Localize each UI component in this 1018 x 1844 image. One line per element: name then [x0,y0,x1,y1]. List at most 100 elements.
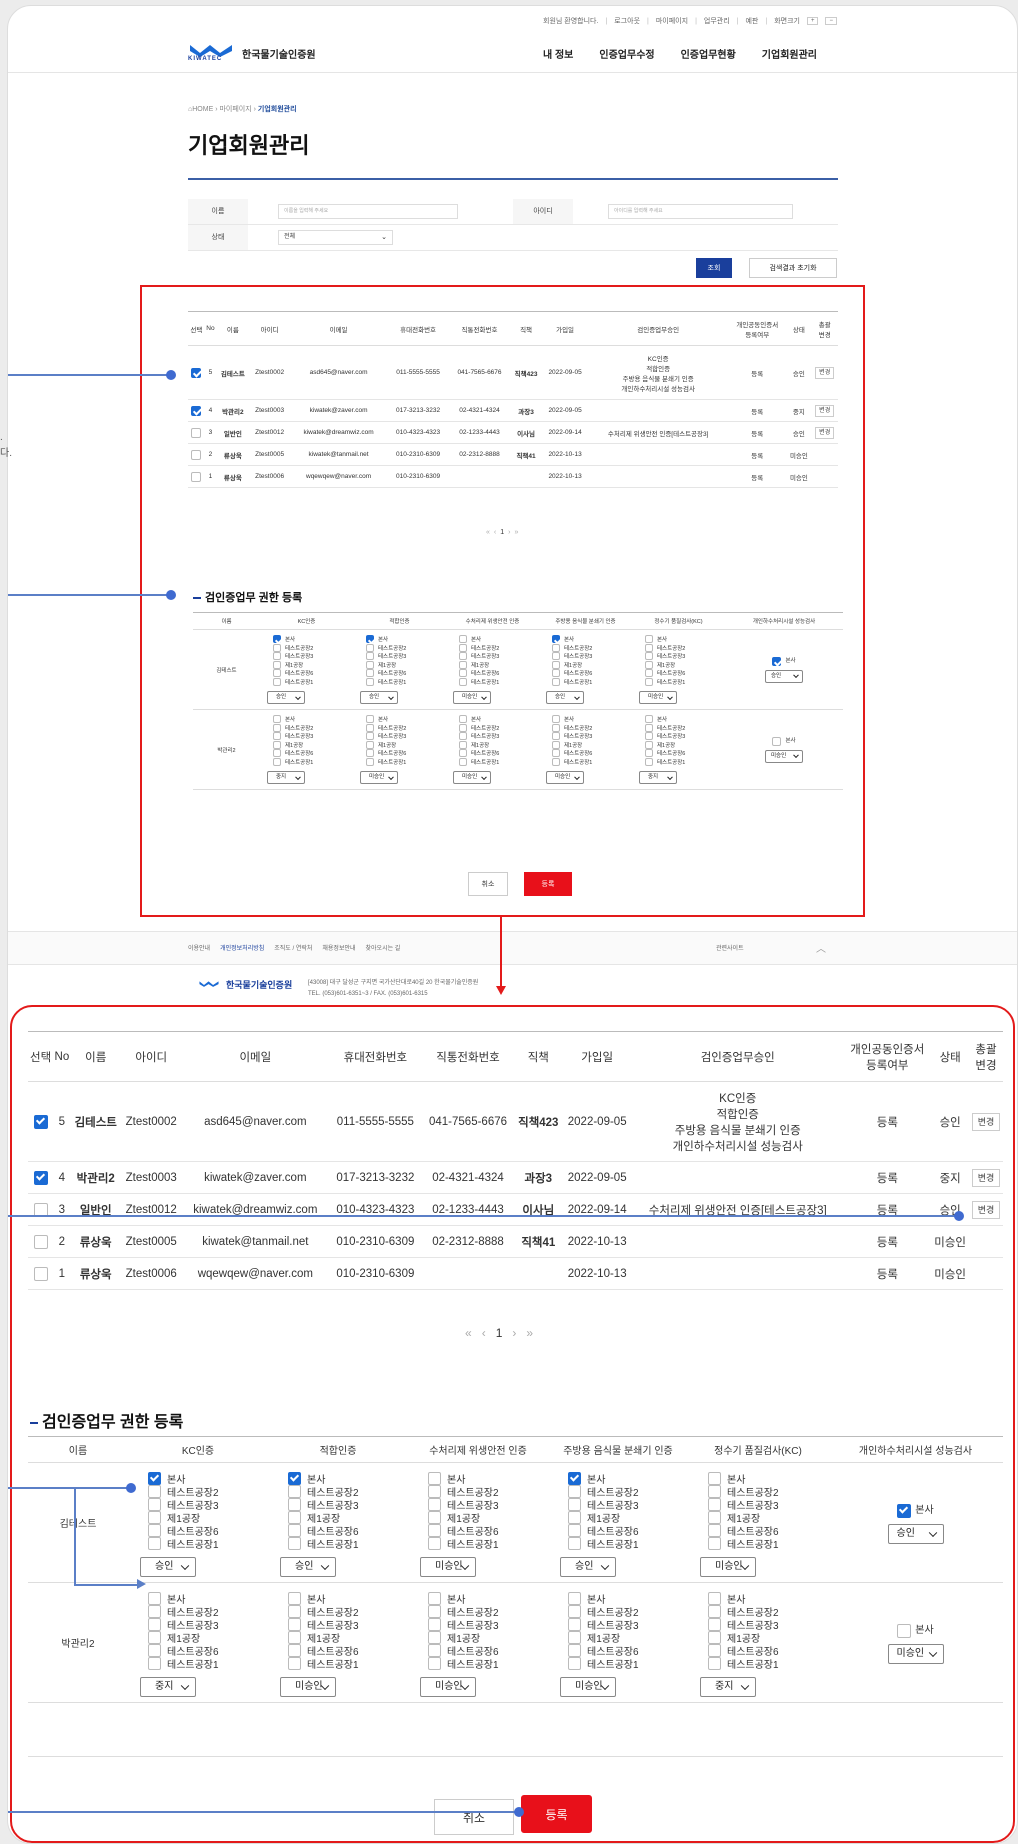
approval-select[interactable]: 승인 [360,691,398,704]
factory-option[interactable]: 테스트공장1 [708,1656,828,1671]
factory-option[interactable]: 테스트공장2 [552,723,632,733]
last-page-icon-lg[interactable]: » [526,1326,543,1340]
factory-checkbox[interactable] [459,652,467,660]
member-row[interactable]: 1 류상욱 Ztest0006 wqewqew@naver.com 010-2310-6… [188,465,838,488]
factory-option[interactable]: 테스트공장1 [459,677,539,687]
factory-checkbox[interactable] [708,1605,721,1618]
factory-checkbox[interactable] [273,757,281,766]
factory-checkbox[interactable] [552,660,560,669]
factory-option[interactable]: 본사 [428,1591,548,1606]
factory-checkbox[interactable] [568,1537,581,1550]
factory-option[interactable]: 본사 [148,1471,268,1486]
factory-option[interactable]: 본사 [645,635,725,644]
factory-checkbox[interactable] [459,749,467,757]
factory-checkbox[interactable] [708,1618,721,1631]
factory-checkbox[interactable] [552,723,560,732]
factory-checkbox[interactable] [148,1644,161,1657]
factory-option[interactable]: 테스트공장3 [366,652,446,661]
factory-checkbox[interactable] [288,1605,301,1618]
factory-option[interactable]: 테스트공장2 [148,1484,268,1499]
sewage-checkbox[interactable] [772,736,782,746]
factory-checkbox[interactable] [645,732,653,740]
breadcrumb-home[interactable]: HOME [192,106,213,113]
factory-checkbox[interactable] [273,723,281,732]
row-checkbox[interactable] [33,1114,48,1129]
factory-option[interactable]: 테스트공장2 [428,1484,548,1499]
factory-checkbox[interactable] [366,643,374,652]
factory-option[interactable]: 테스트공장3 [645,652,725,661]
factory-option[interactable]: 테스트공장6 [459,669,539,678]
factory-option[interactable]: 테스트공장6 [708,1643,828,1658]
factory-option[interactable]: 테스트공장3 [273,652,353,661]
factory-option[interactable]: 제1공장 [552,660,632,670]
factory-option[interactable]: 테스트공장1 [568,1536,688,1551]
scroll-top-icon[interactable]: ︿ [816,940,826,955]
factory-option[interactable]: 본사 [645,715,725,724]
page-number[interactable]: 1 [500,529,508,536]
sewage-select[interactable]: 미승인 [887,1643,944,1664]
factory-checkbox[interactable] [645,669,653,677]
change-button[interactable]: 변경 [971,1200,1001,1219]
mypage-link[interactable]: 마이페이지 [656,16,688,26]
factory-option[interactable]: 본사 [459,635,539,644]
approval-select[interactable]: 미승인 [420,1677,476,1697]
factory-option[interactable]: 본사 [428,1471,548,1486]
factory-option[interactable]: 본사 [552,715,632,724]
factory-checkbox[interactable] [428,1631,441,1644]
factory-checkbox[interactable] [568,1592,581,1605]
factory-option[interactable]: 테스트공장6 [148,1523,268,1538]
factory-checkbox[interactable] [273,669,281,677]
sewage-select[interactable]: 미승인 [765,749,803,763]
factory-option[interactable]: 테스트공장2 [273,723,353,733]
factory-checkbox[interactable] [288,1618,301,1631]
factory-checkbox[interactable] [568,1485,581,1498]
factory-checkbox[interactable] [288,1592,301,1605]
factory-checkbox[interactable] [568,1618,581,1631]
change-button[interactable]: 변경 [971,1112,1001,1131]
factory-option[interactable]: 테스트공장3 [568,1617,688,1632]
factory-checkbox[interactable] [568,1498,581,1511]
factory-option[interactable]: 테스트공장3 [428,1497,548,1512]
font-size-minus-button[interactable]: − [825,17,837,25]
row-checkbox[interactable] [33,1234,48,1249]
factory-checkbox[interactable] [708,1537,721,1550]
sewage-option[interactable]: 본사 [725,656,843,666]
factory-option[interactable]: 테스트공장2 [552,643,632,653]
factory-checkbox[interactable] [273,732,281,740]
factory-option[interactable]: 본사 [273,635,353,644]
factory-checkbox[interactable] [459,669,467,677]
factory-option[interactable]: 테스트공장1 [428,1536,548,1551]
factory-checkbox[interactable] [568,1511,581,1524]
row-checkbox[interactable] [191,405,202,416]
factory-checkbox[interactable] [552,677,560,686]
factory-checkbox[interactable] [366,757,374,766]
factory-option[interactable]: 제1공장 [645,740,725,750]
approval-select[interactable]: 미승인 [639,691,677,704]
factory-option[interactable]: 테스트공장6 [288,1523,408,1538]
factory-checkbox[interactable] [459,732,467,740]
factory-checkbox[interactable] [148,1472,161,1485]
factory-option[interactable]: 테스트공장1 [273,757,353,767]
factory-option[interactable]: 본사 [288,1471,408,1486]
factory-checkbox[interactable] [708,1485,721,1498]
approval-select[interactable]: 미승인 [453,771,491,784]
first-page-icon[interactable]: « [486,529,494,536]
factory-option[interactable]: 제1공장 [645,660,725,670]
factory-checkbox[interactable] [459,643,467,652]
factory-option[interactable]: 테스트공장2 [645,723,725,733]
footer-link-privacy[interactable]: 개인정보처리방침 [220,943,264,952]
factory-checkbox[interactable] [428,1498,441,1511]
factory-checkbox[interactable] [148,1524,161,1537]
factory-option[interactable]: 테스트공장3 [288,1497,408,1512]
factory-option[interactable]: 테스트공장1 [366,677,446,687]
factory-option[interactable]: 테스트공장2 [568,1604,688,1619]
factory-checkbox[interactable] [568,1605,581,1618]
last-page-icon[interactable]: » [515,529,523,536]
factory-checkbox[interactable] [148,1657,161,1670]
member-row[interactable]: 3 일반인 Ztest0012 kiwatek@dreamwiz.com 010-432… [28,1193,1003,1226]
factory-checkbox[interactable] [273,715,281,723]
factory-option[interactable]: 테스트공장2 [645,643,725,653]
work-manage-link[interactable]: 업무관리 [704,16,730,26]
approval-select[interactable]: 승인 [140,1557,196,1577]
approval-select[interactable]: 중지 [700,1677,756,1697]
